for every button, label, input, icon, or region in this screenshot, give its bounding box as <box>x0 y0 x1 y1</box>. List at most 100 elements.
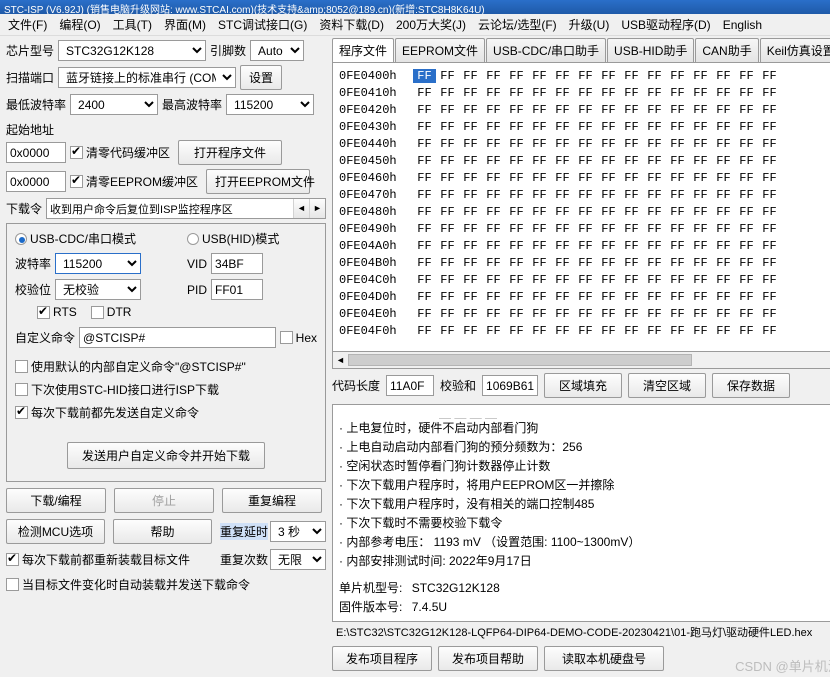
hex-byte-cell[interactable]: FF <box>666 171 689 185</box>
hex-byte-cell[interactable]: FF <box>620 307 643 321</box>
hex-byte-cell[interactable]: FF <box>620 120 643 134</box>
hex-byte-cell[interactable]: FF <box>689 103 712 117</box>
hex-byte-cell[interactable]: FF <box>482 154 505 168</box>
hex-byte-cell[interactable]: FF <box>528 205 551 219</box>
hex-byte-cell[interactable]: FF <box>528 307 551 321</box>
hex-byte-cell[interactable]: FF <box>597 256 620 270</box>
hex-byte-cell[interactable]: FF <box>574 171 597 185</box>
hex-byte-cell[interactable]: FF <box>551 222 574 236</box>
vid-input[interactable] <box>211 253 264 274</box>
save-data-button[interactable]: 保存数据 <box>712 373 791 398</box>
repeat-count-select[interactable]: 无限 <box>270 549 326 570</box>
publish-project-program-button[interactable]: 发布项目程序 <box>332 646 432 671</box>
menu-item-stc-debug[interactable]: STC调试接口(G) <box>213 14 312 35</box>
hex-byte-cell[interactable]: FF <box>597 103 620 117</box>
code-length-input[interactable] <box>386 375 435 396</box>
tab-usb-hid-assistant[interactable]: USB-HID助手 <box>607 38 695 62</box>
hex-byte-cell[interactable]: FF <box>643 256 666 270</box>
hex-byte-cell[interactable]: FF <box>413 290 436 304</box>
hex-byte-cell[interactable]: FF <box>643 171 666 185</box>
hex-byte-cell[interactable]: FF <box>620 256 643 270</box>
hex-byte-cell[interactable]: FF <box>643 69 666 83</box>
hex-byte-cell[interactable]: FF <box>712 307 735 321</box>
hex-byte-cell[interactable]: FF <box>436 137 459 151</box>
hex-byte-cell[interactable]: FF <box>413 188 436 202</box>
hex-byte-cell[interactable]: FF <box>482 171 505 185</box>
hex-byte-cell[interactable]: FF <box>643 137 666 151</box>
hex-byte-cell[interactable]: FF <box>574 154 597 168</box>
hex-byte-cell[interactable]: FF <box>551 239 574 253</box>
hex-byte-cell[interactable]: FF <box>666 188 689 202</box>
hex-byte-cell[interactable]: FF <box>758 222 781 236</box>
hex-byte-cell[interactable]: FF <box>712 205 735 219</box>
hex-byte-cell[interactable]: FF <box>735 307 758 321</box>
scroll-left-icon[interactable]: ◄ <box>333 355 348 365</box>
hex-byte-cell[interactable]: FF <box>505 69 528 83</box>
hex-byte-cell[interactable]: FF <box>482 307 505 321</box>
hex-byte-cell[interactable]: FF <box>666 256 689 270</box>
read-local-disk-id-button[interactable]: 读取本机硬盘号 <box>544 646 664 671</box>
hex-byte-cell[interactable]: FF <box>666 222 689 236</box>
hex-byte-cell[interactable]: FF <box>574 324 597 338</box>
hex-row[interactable]: 0FE04E0h FF FF FF FF FF FF FF FF FF FF FF FF FF FF FF FF <box>339 305 830 322</box>
hex-byte-cell[interactable]: FF <box>528 188 551 202</box>
hex-byte-cell[interactable]: FF <box>436 86 459 100</box>
hex-row[interactable]: 0FE0450h FF FF FF FF FF FF FF FF FF FF FF FF FF FF FF FF <box>339 152 830 169</box>
hex-row[interactable]: 0FE0420h FF FF FF FF FF FF FF FF FF FF FF FF FF FF FF FF <box>339 101 830 118</box>
hex-byte-cell[interactable]: FF <box>574 222 597 236</box>
hex-byte-cell[interactable]: FF <box>689 188 712 202</box>
hex-byte-cell[interactable]: FF <box>574 137 597 151</box>
hex-byte-cell[interactable]: FF <box>620 137 643 151</box>
hex-byte-cell[interactable]: FF <box>758 69 781 83</box>
chevron-left-icon[interactable]: ◄ <box>293 199 309 218</box>
dtr-checkbox[interactable]: DTR <box>90 305 131 319</box>
hex-byte-cell[interactable]: FF <box>574 69 597 83</box>
hex-byte-cell[interactable]: FF <box>505 171 528 185</box>
hex-byte-cell[interactable]: FF <box>574 256 597 270</box>
hex-byte-cell[interactable]: FF <box>505 307 528 321</box>
clear-region-button[interactable]: 清空区域 <box>628 373 707 398</box>
hex-byte-cell[interactable]: FF <box>459 120 482 134</box>
hex-byte-cell[interactable]: FF <box>643 307 666 321</box>
hex-byte-cell[interactable]: FF <box>597 290 620 304</box>
hex-byte-cell[interactable]: FF <box>413 103 436 117</box>
hex-byte-cell[interactable]: FF <box>666 307 689 321</box>
max-baud-select[interactable]: 115200 <box>226 94 315 115</box>
hex-byte-cell[interactable]: FF <box>689 120 712 134</box>
hex-byte-cell[interactable]: FF <box>482 69 505 83</box>
usb-hid-mode-radio[interactable]: USB(HID)模式 <box>187 230 279 247</box>
hex-byte-cell[interactable]: FF <box>620 86 643 100</box>
hex-byte-cell[interactable]: FF <box>413 256 436 270</box>
pid-input[interactable] <box>211 279 264 300</box>
clear-eeprom-buffer-checkbox[interactable]: 清零EEPROM缓冲区 <box>70 173 198 190</box>
hex-byte-cell[interactable]: FF <box>436 103 459 117</box>
hex-byte-cell[interactable]: FF <box>413 86 436 100</box>
hex-byte-cell[interactable]: FF <box>413 307 436 321</box>
com-port-select[interactable]: 蓝牙链接上的标准串行 (COM11) <box>58 67 237 88</box>
hex-byte-cell[interactable]: FF <box>413 154 436 168</box>
hex-byte-cell[interactable]: FF <box>689 256 712 270</box>
hex-byte-cell[interactable]: FF <box>620 103 643 117</box>
hex-byte-cell[interactable]: FF <box>758 120 781 134</box>
hex-byte-cell[interactable]: FF <box>551 120 574 134</box>
hex-byte-cell[interactable]: FF <box>735 239 758 253</box>
hex-row[interactable]: 0FE0480h FF FF FF FF FF FF FF FF FF FF FF FF FF FF FF FF <box>339 203 830 220</box>
tab-program-file[interactable]: 程序文件 <box>332 38 395 62</box>
hex-byte-cell[interactable]: FF <box>735 324 758 338</box>
hex-byte-cell[interactable]: FF <box>597 154 620 168</box>
hex-byte-cell[interactable]: FF <box>505 120 528 134</box>
hex-byte-cell[interactable]: FF <box>551 307 574 321</box>
hex-byte-cell[interactable]: FF <box>459 171 482 185</box>
parity-select[interactable]: 无校验 <box>55 279 142 300</box>
hex-byte-cell[interactable]: FF <box>666 273 689 287</box>
hex-row[interactable]: 0FE0440h FF FF FF FF FF FF FF FF FF FF FF FF FF FF FF FF <box>339 135 830 152</box>
hex-byte-cell[interactable]: FF <box>413 324 436 338</box>
fill-region-button[interactable]: 区域填充 <box>544 373 623 398</box>
hex-byte-cell[interactable]: FF <box>666 290 689 304</box>
hex-byte-cell[interactable]: FF <box>666 154 689 168</box>
chevron-right-icon[interactable]: ► <box>309 199 325 218</box>
hex-byte-cell[interactable]: FF <box>689 205 712 219</box>
hex-byte-cell[interactable]: FF <box>758 154 781 168</box>
tab-eeprom-file[interactable]: EEPROM文件 <box>395 38 486 62</box>
menu-item-interface[interactable]: 界面(M) <box>159 14 211 35</box>
